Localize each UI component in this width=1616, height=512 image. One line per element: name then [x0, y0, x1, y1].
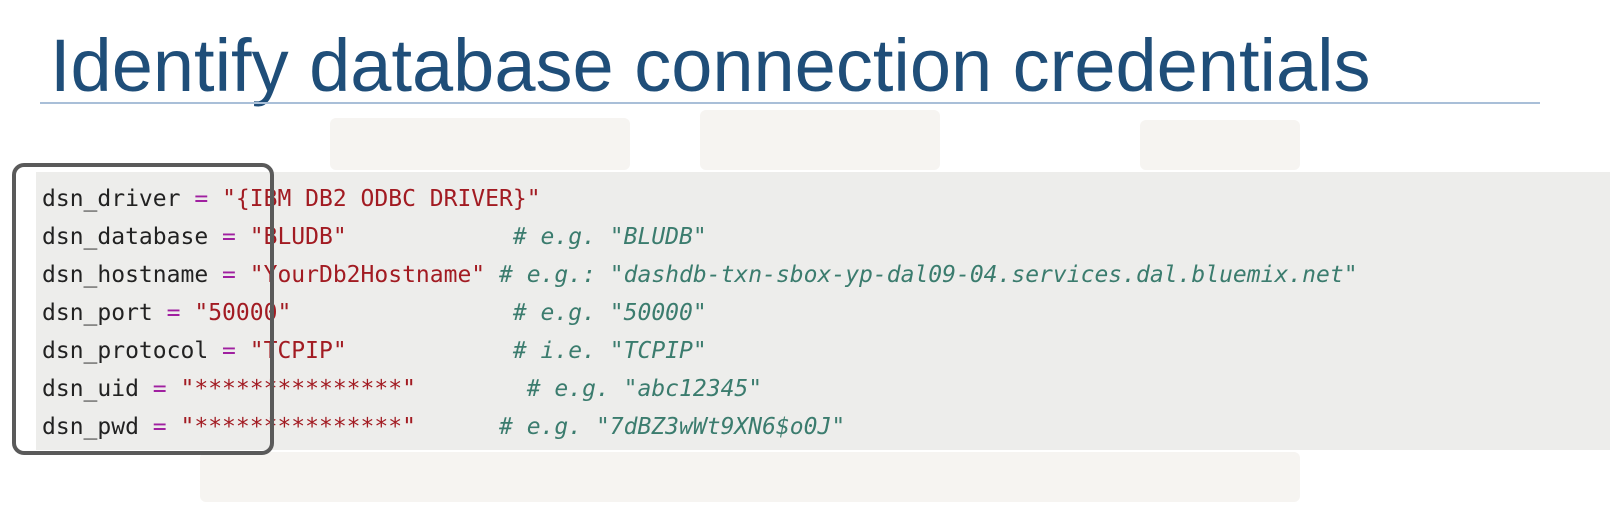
example-comment: # e.g. "BLUDB" [512, 224, 707, 250]
alignment-spacing [347, 338, 513, 364]
variable-names-highlight-box [12, 163, 274, 455]
alignment-spacing [416, 414, 499, 440]
alignment-spacing [291, 300, 513, 326]
alignment-spacing [485, 262, 499, 288]
slide: Identify database connection credentials… [0, 0, 1616, 512]
example-comment: # e.g. "abc12345" [526, 376, 763, 402]
example-comment: # e.g.: "dashdb-txn-sbox-yp-dal09-04.ser… [499, 262, 1358, 288]
string-value: "YourDb2Hostname" [249, 262, 486, 288]
example-comment: # i.e. "TCPIP" [512, 338, 707, 364]
alignment-spacing [416, 376, 527, 402]
alignment-spacing [347, 224, 513, 250]
title-underline [40, 102, 1540, 104]
example-comment: # e.g. "50000" [512, 300, 707, 326]
background-ghost [330, 118, 630, 170]
example-comment: # e.g. "7dBZ3wWt9XN6$o0J" [499, 414, 846, 440]
background-ghost [700, 110, 940, 170]
background-ghost [200, 452, 1300, 502]
background-ghost [1140, 120, 1300, 170]
slide-title: Identify database connection credentials [50, 24, 1371, 107]
